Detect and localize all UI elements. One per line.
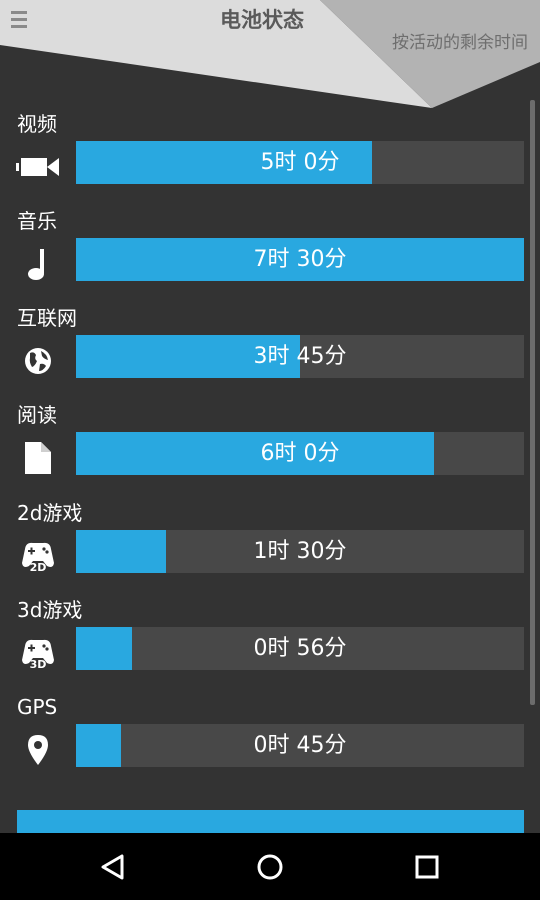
time-bar: 0时 45分: [76, 724, 524, 767]
back-triangle-icon[interactable]: [97, 851, 129, 883]
activity-row-video: 视频 5时 0分: [0, 111, 540, 207]
gamepad-2d-icon: 2D: [16, 536, 60, 576]
gamepad-3d-icon: 3D: [16, 633, 60, 673]
time-bar: 0时 56分: [76, 627, 524, 670]
activity-row-reading: 阅读 6时 0分: [0, 402, 540, 498]
home-circle-icon[interactable]: [254, 851, 286, 883]
svg-text:2D: 2D: [30, 561, 47, 573]
time-bar: 5时 0分: [76, 141, 524, 184]
svg-text:3D: 3D: [30, 658, 47, 670]
activity-row-2d-games: 2d游戏 2D 1时 30分: [0, 500, 540, 596]
location-pin-icon: [16, 730, 60, 770]
activity-row-3d-games: 3d游戏 3D 0时 56分: [0, 597, 540, 693]
activity-label: 2d游戏: [17, 501, 83, 525]
time-bar: 3时 45分: [76, 335, 524, 378]
subtitle: 按活动的剩余时间: [392, 33, 528, 53]
recents-square-icon[interactable]: [411, 851, 443, 883]
activity-label: 音乐: [17, 209, 57, 233]
time-remaining: 6时 0分: [260, 441, 340, 466]
activity-row-internet: 互联网 3时 45分: [0, 305, 540, 401]
time-remaining: 5时 0分: [260, 150, 340, 175]
time-remaining: 0时 56分: [253, 636, 347, 661]
time-remaining: 0时 45分: [253, 733, 347, 758]
activity-row-gps: GPS 0时 45分: [0, 694, 540, 790]
bottom-action-button[interactable]: [17, 810, 524, 834]
time-remaining: 7时 30分: [253, 247, 347, 272]
document-icon: [16, 438, 60, 478]
time-bar: 1时 30分: [76, 530, 524, 573]
globe-icon: [16, 341, 60, 381]
time-remaining: 3时 45分: [253, 344, 347, 369]
navigation-bar: [0, 833, 540, 900]
activity-label: 3d游戏: [17, 598, 83, 622]
activity-label: 互联网: [17, 306, 77, 330]
time-remaining: 1时 30分: [253, 539, 347, 564]
scrollbar[interactable]: [530, 100, 535, 705]
activity-label: 视频: [17, 112, 57, 136]
activity-row-music: 音乐 7时 30分: [0, 208, 540, 304]
time-bar: 7时 30分: [76, 238, 524, 281]
activity-label: GPS: [17, 695, 58, 719]
time-bar: 6时 0分: [76, 432, 524, 475]
activity-label: 阅读: [17, 403, 57, 427]
video-camera-icon: [16, 147, 60, 187]
music-note-icon: [16, 244, 60, 284]
header: 电池状态 按活动的剩余时间: [0, 0, 540, 112]
